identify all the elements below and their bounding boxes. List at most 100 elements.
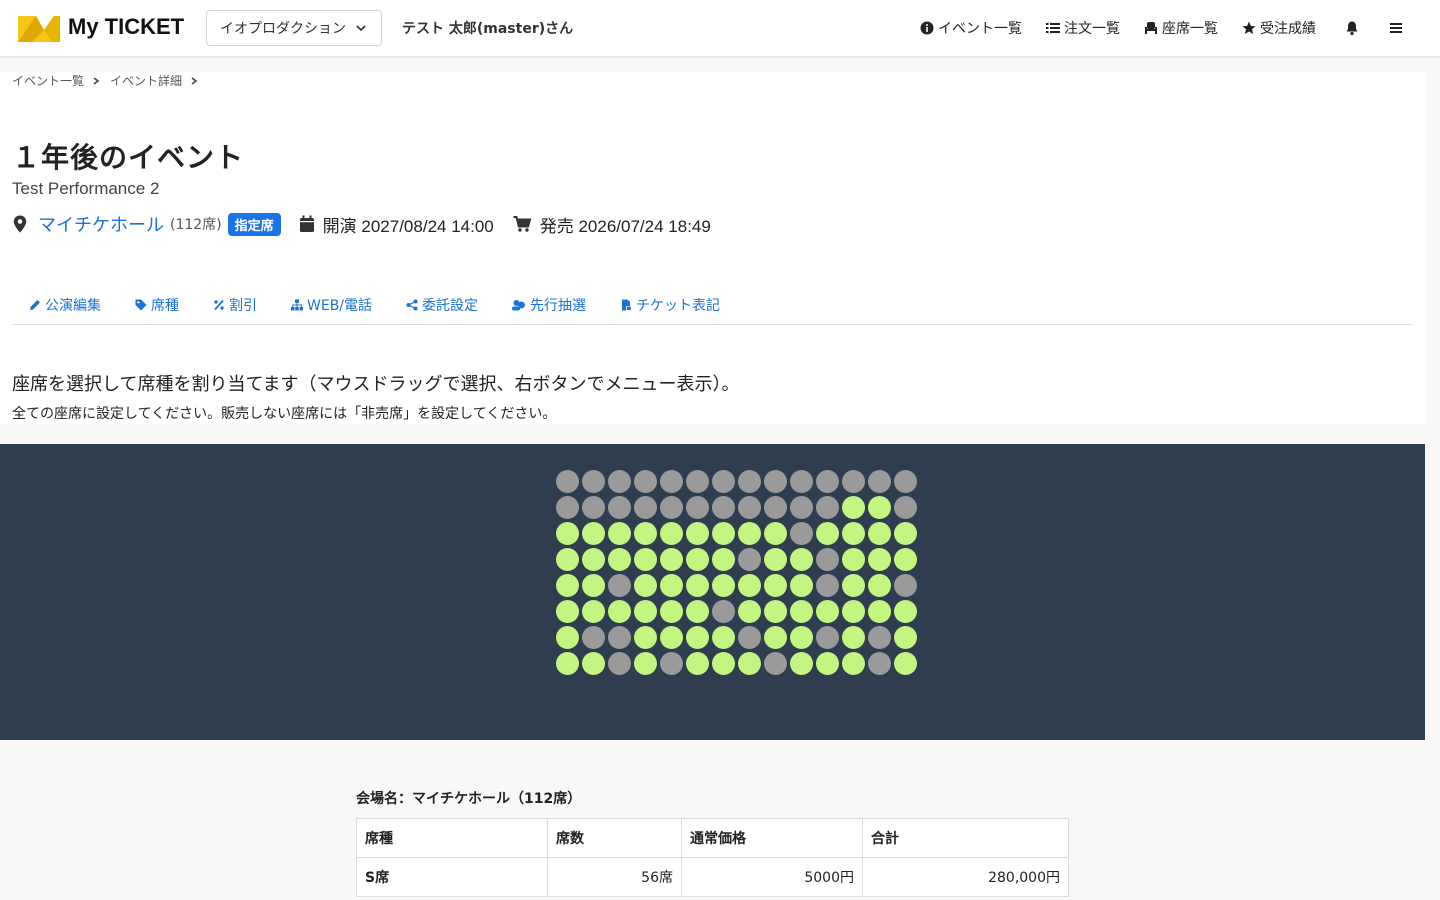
seat[interactable] [712, 548, 735, 571]
seat[interactable] [738, 522, 761, 545]
seat[interactable] [556, 548, 579, 571]
seat[interactable] [582, 548, 605, 571]
tab-consignment-settings[interactable]: 委託設定 [389, 287, 495, 323]
seat[interactable] [738, 574, 761, 597]
seat[interactable] [660, 574, 683, 597]
nav-order-list[interactable]: 注文一覧 [1046, 18, 1120, 38]
seat[interactable] [764, 652, 787, 675]
seat[interactable] [634, 496, 657, 519]
seat[interactable] [842, 652, 865, 675]
seat[interactable] [686, 470, 709, 493]
seat[interactable] [894, 522, 917, 545]
seat[interactable] [556, 574, 579, 597]
seat[interactable] [842, 626, 865, 649]
tab-seat-types[interactable]: 席種 [118, 287, 196, 323]
seat[interactable] [816, 522, 839, 545]
tab-performance-edit[interactable]: 公演編集 [12, 287, 118, 323]
seat[interactable] [738, 470, 761, 493]
seat[interactable] [842, 470, 865, 493]
seat[interactable] [868, 548, 891, 571]
seat[interactable] [660, 600, 683, 623]
seat[interactable] [660, 548, 683, 571]
seat[interactable] [738, 652, 761, 675]
seat[interactable] [764, 496, 787, 519]
seat[interactable] [634, 652, 657, 675]
seat[interactable] [816, 626, 839, 649]
seat[interactable] [634, 522, 657, 545]
seat[interactable] [738, 496, 761, 519]
seat[interactable] [712, 470, 735, 493]
seat[interactable] [816, 548, 839, 571]
seat[interactable] [712, 574, 735, 597]
seat[interactable] [790, 470, 813, 493]
seat[interactable] [556, 470, 579, 493]
seat[interactable] [790, 652, 813, 675]
seat[interactable] [634, 626, 657, 649]
seat[interactable] [556, 652, 579, 675]
seat[interactable] [582, 470, 605, 493]
seat[interactable] [556, 600, 579, 623]
seat[interactable] [634, 470, 657, 493]
seat[interactable] [790, 522, 813, 545]
seat[interactable] [816, 496, 839, 519]
seat[interactable] [712, 626, 735, 649]
seat[interactable] [634, 548, 657, 571]
seat[interactable] [712, 600, 735, 623]
seat[interactable] [868, 470, 891, 493]
seat[interactable] [582, 652, 605, 675]
seat[interactable] [764, 522, 787, 545]
seat[interactable] [842, 600, 865, 623]
hamburger-icon[interactable] [1388, 20, 1404, 36]
seat[interactable] [790, 548, 813, 571]
seat[interactable] [816, 470, 839, 493]
seat[interactable] [868, 626, 891, 649]
seat[interactable] [790, 574, 813, 597]
seat[interactable] [738, 548, 761, 571]
seat[interactable] [608, 470, 631, 493]
seat[interactable] [868, 574, 891, 597]
seat[interactable] [556, 522, 579, 545]
seat[interactable] [764, 626, 787, 649]
seat[interactable] [686, 522, 709, 545]
seat[interactable] [790, 600, 813, 623]
seat[interactable] [842, 496, 865, 519]
tab-web-phone[interactable]: WEB/電話 [274, 287, 389, 323]
seat[interactable] [686, 574, 709, 597]
seat[interactable] [712, 522, 735, 545]
nav-event-list[interactable]: イベント一覧 [920, 18, 1022, 38]
seat[interactable] [660, 652, 683, 675]
seat[interactable] [582, 574, 605, 597]
seat[interactable] [582, 522, 605, 545]
seat[interactable] [712, 496, 735, 519]
seat[interactable] [894, 600, 917, 623]
seat[interactable] [608, 600, 631, 623]
tab-lottery[interactable]: 先行抽選 [495, 287, 603, 323]
seat[interactable] [764, 548, 787, 571]
seat[interactable] [894, 548, 917, 571]
seat[interactable] [686, 652, 709, 675]
seat[interactable] [842, 574, 865, 597]
seat[interactable] [764, 574, 787, 597]
seat[interactable] [686, 600, 709, 623]
seat[interactable] [660, 626, 683, 649]
organization-select[interactable]: イオプロダクション [206, 10, 382, 46]
seat[interactable] [790, 496, 813, 519]
seat[interactable] [816, 574, 839, 597]
seat[interactable] [868, 600, 891, 623]
seat[interactable] [842, 548, 865, 571]
seat[interactable] [582, 626, 605, 649]
seat[interactable] [634, 574, 657, 597]
seat[interactable] [894, 626, 917, 649]
seat[interactable] [894, 470, 917, 493]
nav-seat-list[interactable]: 座席一覧 [1144, 18, 1218, 38]
breadcrumb-event-list[interactable]: イベント一覧 [12, 72, 84, 89]
seat[interactable] [816, 652, 839, 675]
seat-map-canvas[interactable] [0, 444, 1425, 740]
seat[interactable] [660, 522, 683, 545]
tab-discounts[interactable]: 割引 [196, 287, 274, 323]
seat[interactable] [894, 574, 917, 597]
seat[interactable] [686, 496, 709, 519]
seat[interactable] [686, 548, 709, 571]
seat[interactable] [868, 652, 891, 675]
seat[interactable] [738, 600, 761, 623]
